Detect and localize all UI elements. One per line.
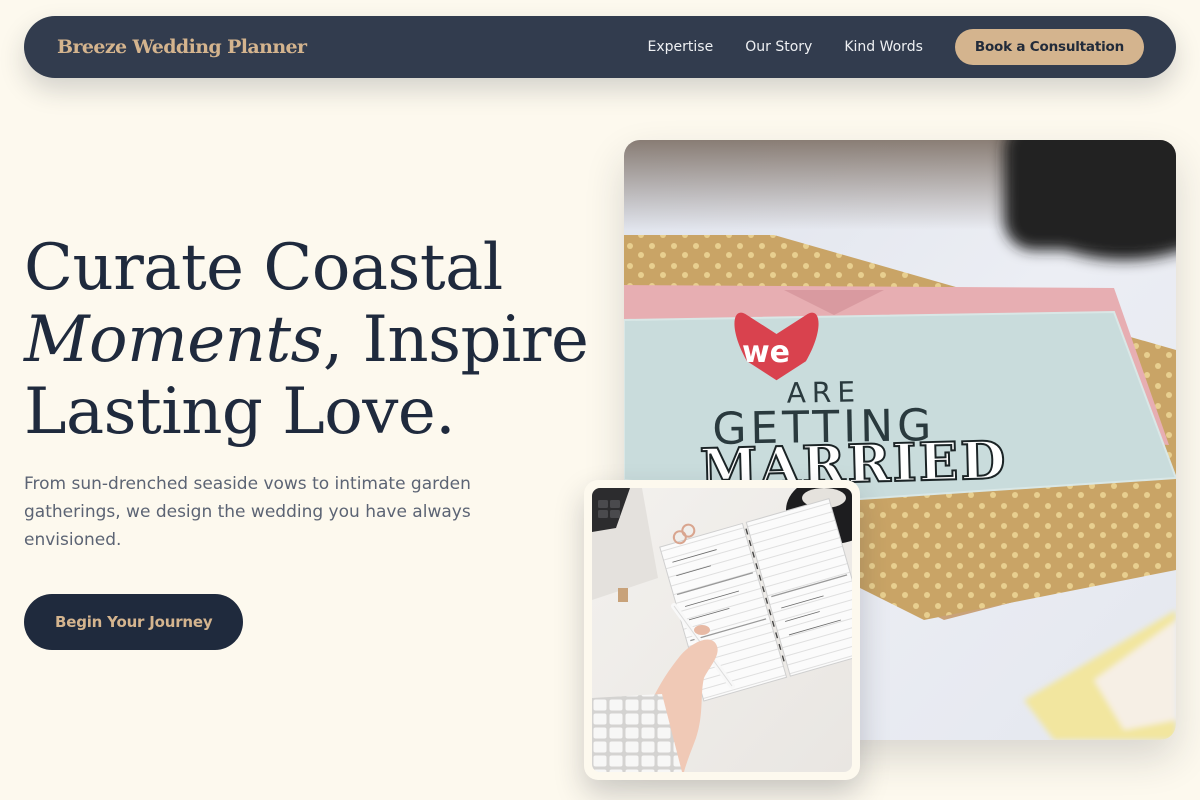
nav-links: Expertise Our Story Kind Words Book a Co… — [648, 29, 1144, 65]
planner-photo — [592, 488, 852, 772]
camera-shape — [1004, 140, 1176, 260]
hero-title-line-2-rest: , Inspire — [322, 303, 589, 377]
book-consultation-button[interactable]: Book a Consultation — [954, 29, 1144, 65]
hero-title: Curate Coastal Moments, Inspire Lasting … — [24, 232, 624, 448]
hero-title-line-2: Moments, Inspire — [24, 304, 624, 376]
hero-photo-secondary — [584, 480, 860, 780]
hero-title-line-1: Curate Coastal — [24, 231, 503, 305]
hero-title-line-3: Lasting Love. — [24, 375, 456, 449]
card-word: we — [742, 335, 790, 370]
nav-link-kind-words[interactable]: Kind Words — [844, 39, 923, 55]
nav-link-our-story[interactable]: Our Story — [745, 39, 812, 55]
nav-link-expertise[interactable]: Expertise — [648, 39, 714, 55]
hero-subtitle: From sun-drenched seaside vows to intima… — [24, 474, 471, 550]
announcement-card: we ARE GETTING MARRIED — [624, 310, 1176, 504]
hero-title-emphasis: Moments — [24, 303, 323, 377]
planner-photo-frame — [592, 488, 852, 772]
begin-journey-button[interactable]: Begin Your Journey — [24, 594, 244, 650]
top-nav: Breeze Wedding Planner Expertise Our Sto… — [24, 16, 1176, 78]
brand-logo[interactable]: Breeze Wedding Planner — [57, 36, 307, 58]
